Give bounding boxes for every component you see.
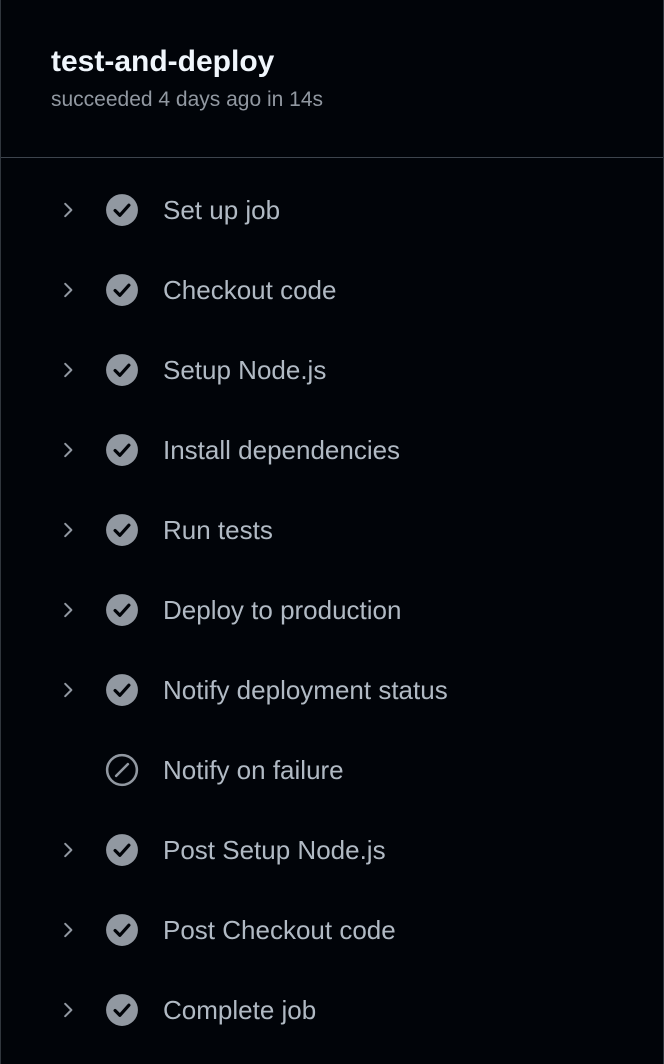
chevron-right-icon[interactable] bbox=[59, 281, 77, 299]
step-row[interactable]: Deploy to production bbox=[1, 570, 663, 650]
step-label: Complete job bbox=[163, 995, 317, 1025]
step-label: Install dependencies bbox=[163, 435, 401, 465]
step-row[interactable]: Post Checkout code bbox=[1, 890, 663, 970]
job-status-text: succeeded 4 days ago in 14s bbox=[51, 88, 324, 111]
check-circle-fill-icon bbox=[106, 914, 138, 946]
step-label: Notify deployment status bbox=[163, 675, 448, 705]
skipped-icon bbox=[105, 753, 139, 787]
check-circle-fill-icon bbox=[106, 514, 138, 546]
chevron-right-icon[interactable] bbox=[59, 361, 77, 379]
steps-list: Set up job Checkout code Setup Node.js Inst… bbox=[1, 158, 663, 1050]
check-circle-fill-icon bbox=[106, 594, 138, 626]
chevron-right-icon[interactable] bbox=[59, 681, 77, 699]
step-label: Deploy to production bbox=[163, 595, 402, 625]
step-row[interactable]: Run tests bbox=[1, 490, 663, 570]
step-row[interactable]: Complete job bbox=[1, 970, 663, 1050]
chevron-right-icon[interactable] bbox=[59, 841, 77, 859]
step-row[interactable]: Setup Node.js bbox=[1, 330, 663, 410]
chevron-right-icon[interactable] bbox=[59, 921, 77, 939]
chevron-right-icon[interactable] bbox=[59, 441, 77, 459]
check-circle-fill-icon bbox=[106, 194, 138, 226]
check-circle-fill-icon bbox=[106, 354, 138, 386]
check-circle-fill-icon bbox=[106, 274, 138, 306]
step-label: Notify on failure bbox=[163, 755, 344, 785]
check-circle-fill-icon bbox=[106, 994, 138, 1026]
chevron-right-icon[interactable] bbox=[59, 201, 77, 219]
step-label: Post Setup Node.js bbox=[163, 835, 386, 865]
chevron-right-icon[interactable] bbox=[59, 1001, 77, 1019]
job-header: test-and-deploy succeeded 4 days ago in … bbox=[1, 0, 663, 158]
step-label: Set up job bbox=[163, 195, 281, 225]
step-row[interactable]: Notify deployment status bbox=[1, 650, 663, 730]
step-row[interactable]: Set up job bbox=[1, 170, 663, 250]
chevron-right-icon[interactable] bbox=[59, 521, 77, 539]
step-row[interactable]: Install dependencies bbox=[1, 410, 663, 490]
check-circle-fill-icon bbox=[106, 834, 138, 866]
step-row[interactable]: Post Setup Node.js bbox=[1, 810, 663, 890]
step-row: Notify on failure bbox=[1, 730, 663, 810]
step-label: Checkout code bbox=[163, 275, 337, 305]
check-circle-fill-icon bbox=[106, 434, 138, 466]
step-label: Run tests bbox=[163, 515, 273, 545]
chevron-right-icon[interactable] bbox=[59, 601, 77, 619]
job-title: test-and-deploy bbox=[51, 45, 275, 78]
step-row[interactable]: Checkout code bbox=[1, 250, 663, 330]
step-label: Post Checkout code bbox=[163, 915, 396, 945]
job-panel: test-and-deploy succeeded 4 days ago in … bbox=[0, 0, 664, 1064]
check-circle-fill-icon bbox=[106, 674, 138, 706]
step-label: Setup Node.js bbox=[163, 355, 327, 385]
